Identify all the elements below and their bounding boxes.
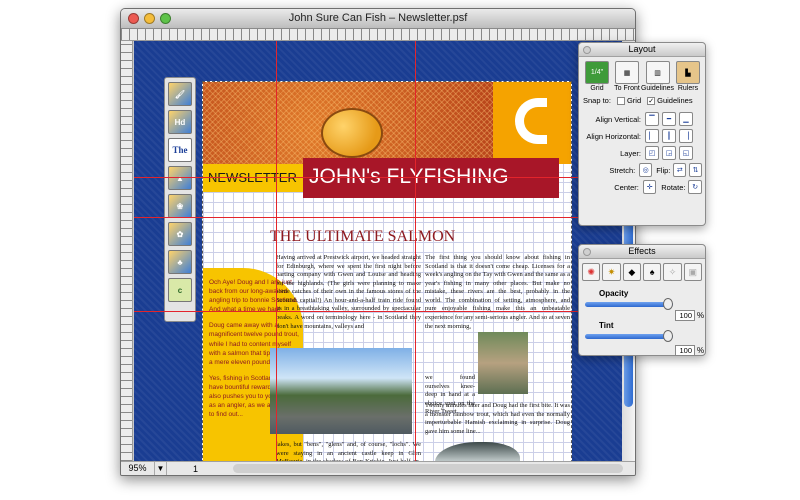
button-label: Rulers [677, 85, 699, 92]
panel-title: Effects [628, 246, 656, 256]
document-window: John Sure Can Fish – Newsletter.psf 🖌 Hd… [120, 8, 636, 476]
flip-vertical-icon[interactable]: ⇅ [689, 163, 702, 177]
to-front-button[interactable]: ▦ To Front [614, 61, 640, 92]
send-backward-icon[interactable]: ◲ [662, 146, 676, 160]
flip-horizontal-icon[interactable]: ⇄ [673, 163, 687, 177]
grid-icon: 1/4" [585, 61, 609, 84]
center-label: Center: [614, 182, 639, 192]
snap-to-label: Snap to: [583, 96, 611, 105]
text-tool-icon[interactable]: The [168, 138, 192, 162]
percent-sign: % [697, 346, 705, 355]
chevron-down-icon[interactable]: ▼ [155, 462, 167, 475]
page-number[interactable]: 1 [193, 464, 198, 474]
paint-tool-icon[interactable]: 🖌 [168, 82, 192, 106]
canvas[interactable]: 🖌 Hd The ▲ ❀ ✿ ♣ c NEWSLETTER JOHN's FLY… [134, 41, 624, 475]
snap-guidelines-checkbox[interactable]: ✓ [647, 96, 656, 105]
article-column-2[interactable]: The first thing you should know about fi… [425, 254, 570, 331]
align-center-icon[interactable]: ┃ [662, 129, 676, 143]
guideline-vertical[interactable] [276, 41, 277, 463]
wand-icon[interactable]: ✧ [663, 263, 682, 281]
rulers-icon: ▙ [676, 61, 700, 84]
rulers-button[interactable]: ▙ Rulers [675, 61, 701, 92]
buoy-image [321, 108, 383, 158]
bullets-tool-icon[interactable]: ✿ [168, 222, 192, 246]
horizontal-ruler[interactable] [121, 29, 635, 41]
guideline-vertical[interactable] [415, 41, 416, 463]
center-icon[interactable]: ✛ [642, 180, 657, 194]
stretch-label: Stretch: [609, 165, 636, 175]
grid-size-badge: 1/4" [590, 69, 604, 76]
river-photo[interactable] [270, 348, 412, 434]
align-top-icon[interactable]: ▔ [645, 112, 659, 126]
newsletter-label[interactable]: NEWSLETTER [203, 164, 303, 192]
tint-slider-knob[interactable] [663, 330, 673, 342]
close-icon[interactable] [583, 46, 591, 54]
align-vertical-label: Align Vertical: [595, 114, 641, 124]
opacity-field[interactable]: 100 [675, 310, 695, 321]
zoom-field[interactable]: 95% [121, 462, 155, 475]
effects-panel-titlebar[interactable]: Effects [579, 245, 705, 259]
headline[interactable]: THE ULTIMATE SALMON [270, 228, 455, 246]
to-front-icon: ▦ [615, 61, 639, 84]
tool-palette: 🖌 Hd The ▲ ❀ ✿ ♣ c [164, 77, 196, 322]
opacity-slider[interactable] [585, 298, 673, 310]
title-bar[interactable]: John Sure Can Fish – Newsletter.psf [121, 9, 635, 29]
starburst-icon[interactable]: ✷ [602, 263, 621, 281]
panel-title: Layout [628, 44, 656, 54]
snap-grid-checkbox[interactable] [616, 96, 625, 105]
guideline-horizontal[interactable] [134, 217, 624, 218]
opacity-slider-knob[interactable] [663, 298, 673, 310]
opacity-label: Opacity [599, 289, 629, 298]
spade-icon[interactable]: ♠ [642, 263, 662, 281]
clipart-tool-icon[interactable]: ❀ [168, 194, 192, 218]
snap-grid-label: Grid [626, 96, 642, 105]
shadow-icon[interactable]: ◆ [622, 263, 641, 281]
align-left-icon[interactable]: ▏ [645, 129, 659, 143]
article-column-2-continued[interactable]: Twenty minutes later and Doug had the fi… [425, 402, 570, 436]
align-right-icon[interactable]: ▕ [679, 129, 693, 143]
stretch-icon[interactable]: ◎ [639, 163, 653, 177]
layout-panel-titlebar[interactable]: Layout [579, 43, 705, 57]
vertical-ruler[interactable] [121, 41, 133, 461]
layer-label: Layer: [620, 148, 641, 158]
button-label: Guidelines [640, 85, 675, 92]
button-label: To Front [614, 85, 640, 92]
guideline-horizontal[interactable] [134, 311, 624, 312]
shapes-tool-icon[interactable]: ▲ [168, 166, 192, 190]
frame-icon[interactable]: ▣ [683, 263, 702, 281]
layout-panel: Layout 1/4" Grid ▦ To Front ▥ Guidelines… [578, 42, 706, 226]
close-icon[interactable] [583, 248, 591, 256]
align-horizontal-label: Align Horizontal: [586, 131, 641, 141]
percent-sign: % [697, 311, 705, 320]
align-middle-icon[interactable]: ━ [662, 112, 676, 126]
layer-other-icon[interactable]: ◱ [679, 146, 693, 160]
custom-tool-icon[interactable]: c [168, 278, 192, 302]
align-bottom-icon[interactable]: ▁ [679, 112, 693, 126]
bring-forward-icon[interactable]: ◰ [645, 146, 659, 160]
ornament [493, 82, 571, 164]
snap-guidelines-label: Guidelines [657, 96, 693, 105]
window-title: John Sure Can Fish – Newsletter.psf [288, 12, 468, 24]
guidelines-button[interactable]: ▥ Guidelines [640, 61, 675, 92]
tint-slider[interactable] [585, 330, 673, 342]
article-column-1[interactable]: Having arrived at Prestwick airport, we … [276, 254, 421, 331]
flip-label: Flip: [656, 165, 671, 175]
masthead[interactable]: JOHN's FLYFISHING [303, 158, 559, 198]
status-bar: 95% ▼ 1 [121, 461, 635, 475]
button-label: Grid [590, 85, 604, 92]
angler-photo[interactable] [478, 332, 528, 394]
guidelines-icon: ▥ [645, 61, 670, 84]
rotate-icon[interactable]: ↻ [688, 180, 703, 194]
photos-tool-icon[interactable]: ♣ [168, 250, 192, 274]
heading-tool-icon[interactable]: Hd [168, 110, 192, 134]
tint-field[interactable]: 100 [675, 345, 695, 356]
horizontal-scrollbar[interactable] [233, 464, 623, 473]
guideline-horizontal[interactable] [134, 177, 624, 178]
newsletter-page[interactable]: NEWSLETTER JOHN's FLYFISHING THE ULTIMAT… [202, 81, 572, 475]
color-wheel-icon[interactable]: ✺ [582, 263, 601, 281]
grid-button[interactable]: 1/4" Grid [584, 61, 610, 92]
tint-label: Tint [599, 321, 614, 330]
rotate-label: Rotate: [661, 182, 686, 192]
effects-panel: Effects ✺ ✷ ◆ ♠ ✧ ▣ Opacity 100 % Tint 1… [578, 244, 706, 356]
